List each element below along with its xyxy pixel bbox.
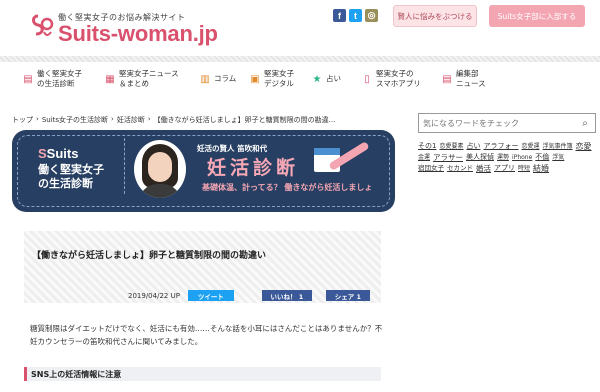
join-button[interactable]: Suits女子部に入部する	[489, 5, 585, 27]
search-box: ⌕	[418, 113, 596, 133]
nav-item-fortune[interactable]: ★ 占い	[311, 66, 361, 92]
nav-label: コラム	[214, 74, 237, 83]
tag[interactable]: 不倫	[535, 152, 549, 163]
tag[interactable]: 占い	[466, 141, 480, 152]
nav-label: 堅実女子	[264, 69, 294, 78]
bag-icon: ▣	[250, 73, 260, 85]
suits-logo-icon: S	[38, 146, 47, 161]
tag[interactable]: iPhone	[512, 152, 532, 163]
banner-title: 妊活診断	[207, 157, 300, 179]
site-logo[interactable]: 働く堅実女子のお悩み解決サイト Suits-woman.jp	[30, 12, 218, 45]
smartphone-icon: ▯	[364, 73, 370, 85]
tag[interactable]: 運勢	[497, 152, 509, 163]
breadcrumb-separator: ›	[147, 115, 151, 123]
sidebar: ⌕ その1 恋愛要素 占い アラフォー 恋愛運 浮気事件簿 恋愛 金運 アラサー…	[418, 113, 596, 174]
consult-button[interactable]: 賢人に悩みをぶつける	[393, 5, 477, 27]
nav-item-app[interactable]: ▯ 堅実女子の スマホアプリ	[361, 66, 441, 92]
section-heading-label: SNS上の妊活情報に注意	[31, 369, 122, 379]
tag[interactable]: 浮気	[552, 152, 564, 163]
search-input[interactable]	[423, 118, 575, 128]
main-nav: ▤ 働く堅実女子 の生活診断 ▦ 堅実女子ニュース ＆まとめ ▥ コラム ▣ 堅実女…	[22, 66, 501, 92]
nav-item-editorial[interactable]: ▤ 編集部 ニュース	[441, 66, 501, 92]
tag[interactable]: アラサー	[433, 152, 463, 163]
site-name: Suits-woman.jp	[58, 21, 218, 46]
nav-label: 働く堅実女子	[37, 69, 82, 78]
site-header: 働く堅実女子のお悩み解決サイト Suits-woman.jp f t ◎ 賢人に…	[0, 0, 600, 56]
clipboard-icon: ▤	[23, 73, 33, 85]
tag[interactable]: その1	[418, 141, 436, 152]
expert-avatar	[134, 140, 186, 198]
tag-cloud: その1 恋愛要素 占い アラフォー 恋愛運 浮気事件簿 恋愛 金運 アラサー 美…	[418, 141, 596, 174]
banner-logo-text: Suits	[46, 146, 79, 161]
like-button[interactable]: いいね！ 1	[261, 290, 312, 301]
nav-item-column[interactable]: ▥ コラム	[199, 66, 249, 92]
banner-caption: の生活診断	[38, 178, 93, 190]
tag[interactable]: 婚活	[476, 163, 491, 174]
tag[interactable]: 金運	[418, 152, 430, 163]
social-links: f t ◎	[333, 9, 378, 22]
nav-label: ニュース	[456, 79, 486, 88]
article-title: 【働きながら妊活しましょ】卵子と糖質制限の間の勘違い	[32, 251, 267, 261]
nav-label: 堅実女子ニュース	[119, 69, 179, 78]
header-divider	[0, 56, 600, 62]
nav-item-digital[interactable]: ▣ 堅実女子 デジタル	[249, 66, 311, 92]
share-button[interactable]: シェア 1	[325, 290, 370, 301]
tweet-button[interactable]: ツイート	[187, 290, 234, 301]
newspaper-icon: ▦	[105, 73, 115, 85]
tag[interactable]: 恋愛	[576, 141, 592, 152]
nav-label: の生活診断	[37, 79, 75, 88]
nav-label: 堅実女子の	[376, 69, 414, 78]
banner-logo: SSuits 働く堅実女子 の生活診断	[38, 146, 104, 191]
nav-item-life-diagnosis[interactable]: ▤ 働く堅実女子 の生活診断	[22, 66, 104, 92]
search-icon[interactable]: ⌕	[575, 118, 595, 129]
tag[interactable]: 浮気事件簿	[543, 141, 573, 152]
breadcrumb-separator: ›	[111, 115, 114, 123]
nav-label: ＆まとめ	[119, 79, 149, 88]
breadcrumb-separator: ›	[36, 115, 39, 123]
document-icon: ▤	[442, 73, 452, 85]
feed-icon[interactable]: ◎	[365, 9, 378, 22]
tag[interactable]: 恋愛運	[521, 141, 539, 152]
tag[interactable]: 結婚	[533, 163, 549, 174]
logo-mark-icon	[30, 12, 56, 42]
nav-item-news[interactable]: ▦ 堅実女子ニュース ＆まとめ	[104, 66, 199, 92]
breadcrumb: トップ › Suits女子の生活診断 › 妊活診断 › 【働きながら妊活しましょ…	[12, 115, 407, 125]
category-banner[interactable]: SSuits 働く堅実女子 の生活診断 妊活の賢人 笛吹和代 妊活診断 基礎体温、…	[12, 130, 395, 212]
tag[interactable]: アプリ	[494, 163, 515, 174]
tag[interactable]: 美人探偵	[466, 152, 494, 163]
banner-caption: 働く堅実女子	[38, 164, 104, 176]
tag[interactable]: 恋愛要素	[439, 141, 463, 152]
nav-label: 占い	[326, 74, 341, 83]
breadcrumb-current: 【働きながら妊活しましょ】卵子と糖質制限の間の勘違...	[153, 116, 336, 124]
article-lead: 糖質制限はダイエットだけでなく、妊活にも有効……そんな話を小耳にはさんだことはあ…	[30, 324, 383, 346]
publish-date: 2019/04/22 UP	[128, 291, 180, 300]
nav-label: スマホアプリ	[376, 79, 421, 88]
facebook-icon[interactable]: f	[333, 9, 346, 22]
breadcrumb-category[interactable]: Suits女子の生活診断	[42, 115, 108, 125]
nav-label: デジタル	[264, 79, 294, 88]
twitter-icon[interactable]: t	[349, 9, 362, 22]
breadcrumb-subcategory[interactable]: 妊活診断	[117, 115, 145, 125]
breadcrumb-home[interactable]: トップ	[12, 115, 33, 125]
book-icon: ▥	[200, 73, 210, 85]
tag[interactable]: セカンド	[447, 163, 473, 174]
tag[interactable]: 時短	[518, 163, 530, 174]
tag[interactable]: アラフォー	[483, 141, 518, 152]
star-icon: ★	[312, 73, 322, 85]
tag[interactable]: 宿団女子	[418, 163, 444, 174]
banner-tagline: 基礎体温、計ってる？ 働きながら妊活しましょ	[202, 183, 373, 192]
article-meta: 2019/04/22 UP ツイート いいね！ 1 シェア 1	[128, 290, 370, 301]
nav-label: 編集部	[456, 69, 479, 78]
section-heading: SNS上の妊活情報に注意	[24, 367, 381, 381]
